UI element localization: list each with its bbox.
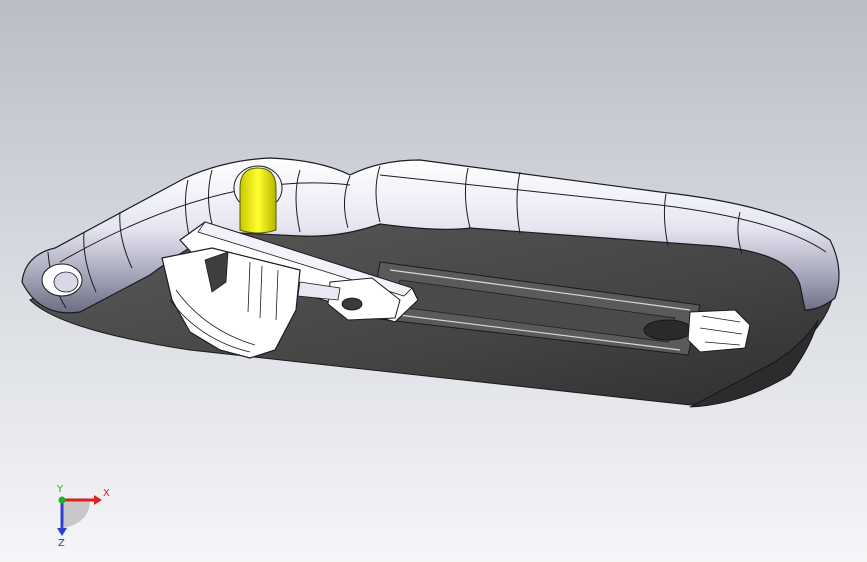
triad-y-axis — [58, 496, 66, 504]
triad-sphere-shadow — [62, 500, 90, 528]
triad-z-arrow — [57, 528, 67, 536]
triad-x-label: X — [103, 488, 110, 499]
latch-screw — [341, 297, 363, 311]
triad-x-arrow — [94, 495, 102, 505]
3d-model-view[interactable] — [0, 0, 867, 562]
triad-y-label: Y — [56, 484, 64, 495]
triad-z-label: Z — [58, 538, 65, 548]
reference-triad: X Y Z — [56, 484, 110, 548]
cad-graphics-viewport[interactable]: X Y Z — [0, 0, 867, 562]
yellow-pin[interactable] — [239, 167, 277, 234]
tube-left-opening-inner — [53, 271, 79, 293]
